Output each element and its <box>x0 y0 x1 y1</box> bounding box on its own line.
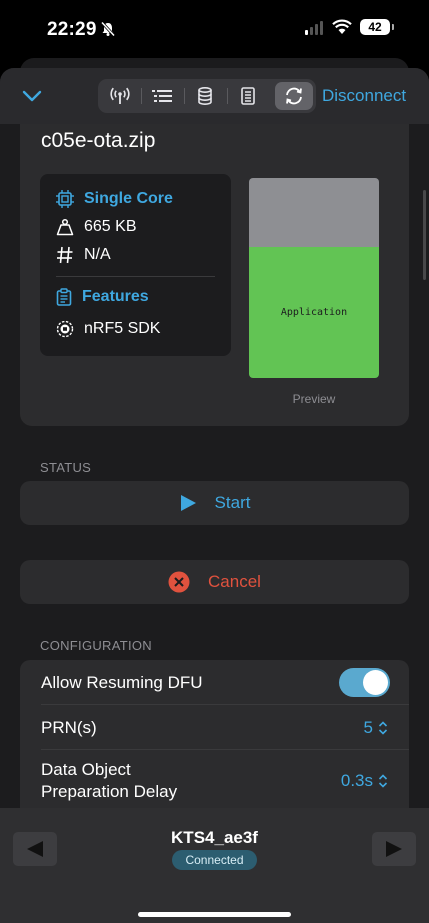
size-row: 665 KB <box>56 218 136 236</box>
weight-icon <box>56 218 74 236</box>
tab-segmented-control <box>98 79 316 113</box>
sdk-icon <box>56 320 74 338</box>
tab-dfu[interactable] <box>275 82 313 110</box>
bell-muted-icon <box>100 21 116 37</box>
file-info-box: Single Core 665 KB N/A Features nRF5 SDK <box>40 174 231 356</box>
close-circle-icon <box>168 571 190 593</box>
status-time: 22:29 <box>47 19 97 40</box>
scrollbar[interactable] <box>423 190 426 280</box>
tab-storage[interactable] <box>186 82 224 110</box>
allow-resuming-toggle[interactable] <box>339 668 390 697</box>
database-icon <box>198 87 212 105</box>
prn-label: PRN(s) <box>41 718 97 737</box>
start-label: Start <box>214 493 251 512</box>
firmware-preview: Application <box>249 178 379 378</box>
device-bar: KTS4_ae3f Connected <box>0 808 429 923</box>
tab-document[interactable] <box>229 82 267 110</box>
allow-resuming-label: Allow Resuming DFU <box>41 673 203 692</box>
configuration-section-label: CONFIGURATION <box>40 638 152 653</box>
dfu-sheet: Disconnect c05e-ota.zip Single Core 665 … <box>0 68 429 923</box>
antenna-icon <box>110 87 130 104</box>
status-section-label: STATUS <box>40 460 92 475</box>
prn-picker[interactable]: 5 <box>364 718 388 738</box>
status-bar: 22:29 42 <box>0 0 429 62</box>
preview-bootloader-segment <box>249 178 379 247</box>
tab-logs[interactable] <box>143 82 181 110</box>
prn-row[interactable]: PRN(s) 5 <box>20 705 409 749</box>
sdk-name: nRF5 SDK <box>84 320 161 337</box>
features-row: Features <box>56 288 149 306</box>
hash-icon <box>57 246 73 264</box>
clipboard-icon <box>56 288 72 306</box>
cancel-label: Cancel <box>208 572 261 591</box>
battery-icon: 42 <box>360 19 394 35</box>
delay-label-line2: Preparation Delay <box>41 782 178 801</box>
chip-icon <box>56 190 74 208</box>
device-name: KTS4_ae3f <box>171 828 258 847</box>
hash-row: N/A <box>56 246 111 264</box>
delay-label-line1: Data Object <box>41 760 131 779</box>
file-card: c05e-ota.zip Single Core 665 KB N/A Feat… <box>20 124 409 426</box>
delay-label: Data Object Preparation Delay <box>41 759 177 803</box>
features-label: Features <box>82 288 149 305</box>
next-device-button[interactable] <box>372 832 416 866</box>
home-indicator[interactable] <box>138 912 291 917</box>
list-icon <box>152 90 172 102</box>
core-row: Single Core <box>56 190 173 208</box>
document-icon <box>241 87 255 105</box>
toolbar: Disconnect <box>0 68 429 124</box>
cancel-button[interactable]: Cancel <box>20 560 409 604</box>
info-divider <box>56 276 215 277</box>
delay-picker[interactable]: 0.3s <box>341 771 388 791</box>
configuration-card: Allow Resuming DFU PRN(s) 5 Data Object <box>20 660 409 820</box>
chevron-up-down-icon <box>378 774 388 788</box>
allow-resuming-row: Allow Resuming DFU <box>20 660 409 704</box>
file-size: 665 KB <box>84 218 137 235</box>
tab-connection[interactable] <box>101 82 139 110</box>
wifi-icon <box>332 19 352 34</box>
preview-application-segment: Application <box>249 247 379 378</box>
file-name: c05e-ota.zip <box>41 129 156 152</box>
start-button[interactable]: Start <box>20 481 409 525</box>
core-label: Single Core <box>84 190 173 207</box>
sdk-row: nRF5 SDK <box>56 320 160 338</box>
disconnect-button[interactable]: Disconnect <box>322 86 406 106</box>
delay-value: 0.3s <box>340 771 373 790</box>
cellular-signal-icon <box>305 21 323 35</box>
sync-icon <box>286 87 302 105</box>
connection-status-badge: Connected <box>172 850 257 870</box>
arrow-right-icon <box>386 841 402 857</box>
chevron-up-down-icon <box>378 721 388 735</box>
prn-value: 5 <box>363 718 373 737</box>
play-icon <box>180 495 196 511</box>
preview-caption: Preview <box>292 392 336 406</box>
file-hash: N/A <box>84 246 111 263</box>
chevron-down-icon[interactable] <box>20 84 44 108</box>
